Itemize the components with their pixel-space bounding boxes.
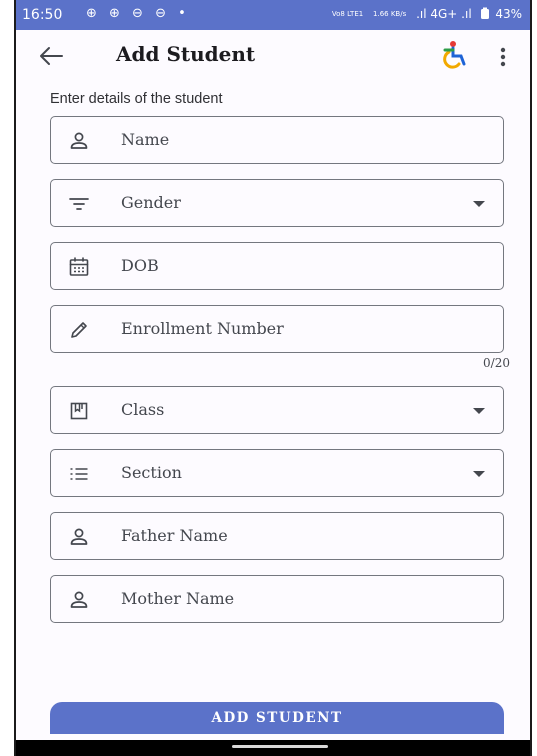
pencil-icon <box>67 318 91 342</box>
list-icon <box>67 462 91 486</box>
accessibility-icon[interactable] <box>440 40 468 70</box>
dob-label: DOB <box>121 256 159 275</box>
back-arrow-icon[interactable] <box>36 42 66 70</box>
enrollment-number-field[interactable]: Enrollment Number <box>50 305 504 353</box>
dob-field[interactable]: DOB <box>50 242 504 290</box>
battery-percent: 43% <box>495 7 522 21</box>
person-icon <box>67 525 91 549</box>
gender-dropdown[interactable]: Gender <box>50 179 504 227</box>
class-label: Class <box>121 400 165 419</box>
person-icon <box>67 588 91 612</box>
notification-icons: ⊕ ⊕ ⊖ ⊖ • <box>86 6 190 21</box>
mother-name-label: Mother Name <box>121 589 235 608</box>
volte-indicator: Vo8 LTE1 <box>331 10 364 18</box>
chevron-down-icon[interactable] <box>473 471 485 477</box>
chevron-down-icon[interactable] <box>473 408 485 414</box>
status-right: Vo8 LTE1 1.66 KB/s .ıl 4G+ .ıl 43% <box>332 7 522 21</box>
enrollment-number-label: Enrollment Number <box>121 319 284 338</box>
name-field[interactable]: Name <box>50 116 504 164</box>
app-screen: 16:50 ⊕ ⊕ ⊖ ⊖ • Vo8 LTE1 1.66 KB/s .ıl 4… <box>14 0 532 756</box>
gender-label: Gender <box>121 193 181 212</box>
father-name-label: Father Name <box>121 526 228 545</box>
filter-list-icon <box>67 192 91 216</box>
system-nav-bar <box>16 740 530 756</box>
network-speed: 1.66 KB/s <box>373 10 407 18</box>
add-student-button[interactable]: ADD STUDENT <box>50 702 504 734</box>
app-bar: Add Student <box>16 30 530 82</box>
home-gesture-handle[interactable] <box>232 745 328 748</box>
father-name-field[interactable]: Father Name <box>50 512 504 560</box>
calendar-icon <box>67 255 91 279</box>
enrollment-char-counter: 0/20 <box>483 356 510 370</box>
page-title: Add Student <box>116 42 256 66</box>
signal-indicator: .ıl 4G+ .ıl <box>416 7 472 21</box>
name-label: Name <box>121 130 170 149</box>
class-dropdown[interactable]: Class <box>50 386 504 434</box>
class-icon <box>67 399 91 423</box>
status-time: 16:50 <box>22 7 63 23</box>
section-label: Section <box>121 463 182 482</box>
status-bar: 16:50 ⊕ ⊕ ⊖ ⊖ • Vo8 LTE1 1.66 KB/s .ıl 4… <box>16 0 530 30</box>
form-subtitle: Enter details of the student <box>50 91 223 107</box>
more-vert-icon[interactable] <box>500 46 506 68</box>
battery-icon <box>476 7 496 21</box>
person-icon <box>67 129 91 153</box>
section-dropdown[interactable]: Section <box>50 449 504 497</box>
mother-name-field[interactable]: Mother Name <box>50 575 504 623</box>
chevron-down-icon[interactable] <box>473 201 485 207</box>
